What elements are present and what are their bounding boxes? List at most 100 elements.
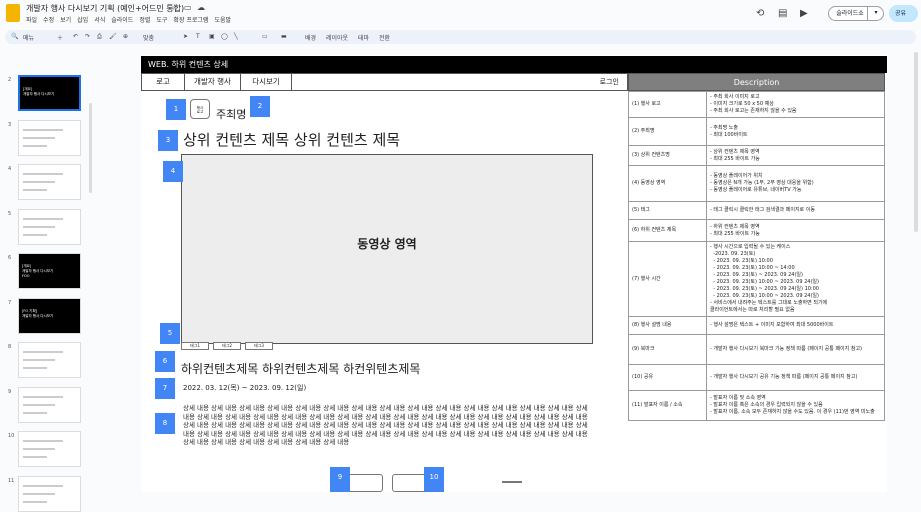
description-key: (5) 태그 xyxy=(628,201,707,220)
description-line: - 이미지 크기로 50 x 50 예상 xyxy=(710,101,774,107)
cloud-status-icon[interactable]: ☁ xyxy=(197,3,205,12)
marker-badge: 1 xyxy=(166,99,186,120)
tag-chip: 태그2 xyxy=(213,342,241,350)
slide-thumbnail[interactable] xyxy=(18,342,81,378)
description-line: - 2023. 09. 23(토) 10:00 ~ 14:00 xyxy=(710,265,795,271)
line-color-icon[interactable]: ▬ xyxy=(281,33,287,40)
tag-chip: 태그3 xyxy=(245,342,273,350)
zoom-select[interactable]: 맞춤 xyxy=(143,33,154,42)
menu-tools[interactable]: 도구 xyxy=(156,15,167,24)
event-logo-placeholder: 행사 로고 xyxy=(190,99,210,119)
description-table: (1) 행사 로고 - 주최 회사 이미지 로고 - 이미지 크기로 50 x 50… xyxy=(628,91,885,421)
image-icon[interactable]: ▣ xyxy=(209,33,215,40)
shape-icon[interactable]: ◯ xyxy=(221,33,228,40)
slideshow-dropdown-icon[interactable]: ▾ xyxy=(867,6,884,21)
description-value: - 하위 컨텐츠 제목 영역 - 최대 255 바이트 가능 xyxy=(706,219,885,242)
nav-logo: 로고 xyxy=(142,74,185,90)
slide-thumbnail[interactable]: [FO 기획] 개발자 행사 다시보기 xyxy=(18,297,81,334)
canvas-scrollbar[interactable] xyxy=(914,52,918,232)
description-key: (3) 상위 컨텐츠명 xyxy=(628,145,707,166)
slide-thumbnail-title: [개요] 개발자 행사 다시보기 FOO xyxy=(22,264,54,278)
wireframe-nav-bar: 로고 개발자 행사 다시보기 로그인 xyxy=(141,73,628,91)
description-value: - 행사 설명은 텍스트 + 이미지 포함하여 최대 5000바이트 xyxy=(706,316,885,335)
print-icon[interactable]: ⎙ xyxy=(97,33,102,41)
slide-thumbnail[interactable] xyxy=(18,208,81,245)
slide-thumb-number: 11 xyxy=(8,477,15,484)
transition-button[interactable]: 전환 xyxy=(379,33,390,42)
redo-icon[interactable]: ↷ xyxy=(85,33,90,40)
menu-extensions[interactable]: 확장 프로그램 xyxy=(173,15,208,24)
description-line: - 최대 100바이트 xyxy=(710,131,748,138)
description-key: (2) 주최명 xyxy=(628,117,707,146)
move-folder-icon[interactable]: ▭ xyxy=(184,3,192,12)
slide-thumbnail[interactable]: [개요] 개발자 행사 다시보기 FOO xyxy=(18,253,81,289)
zoom-icon[interactable]: ⊕ xyxy=(123,33,128,40)
menu-help[interactable]: 도움말 xyxy=(214,15,231,24)
description-line: 클라이언트에서는 따로 처리할 필요 없음 xyxy=(710,307,795,313)
comments-icon[interactable]: ▤ xyxy=(778,8,787,19)
slide-thumbnail[interactable] xyxy=(18,164,81,200)
undo-icon[interactable]: ↶ xyxy=(73,33,78,40)
marker-badge: 3 xyxy=(158,130,178,151)
menu-arrange[interactable]: 정렬 xyxy=(139,15,150,24)
description-line: - 2023. 09. 23(토) 10:00 ~ 2023. 09 24(일) xyxy=(710,293,819,299)
share-button[interactable]: 공유 xyxy=(889,5,918,22)
thumbnail-content-line xyxy=(23,500,47,503)
thumbnail-content-line xyxy=(23,456,47,458)
menu-format[interactable]: 서식 xyxy=(94,15,105,24)
line-icon[interactable]: ╲ xyxy=(234,33,238,40)
nav-login: 로그인 xyxy=(599,78,619,86)
thumbnail-content-line xyxy=(23,233,47,236)
bookmark-button-placeholder xyxy=(347,474,383,492)
paint-format-icon[interactable]: 🖌 xyxy=(109,33,117,40)
canvas-hscroll-indicator[interactable] xyxy=(502,481,522,483)
description-value: - 주최명 노출 - 최대 100바이트 xyxy=(706,117,885,146)
layout-button[interactable]: 레이아웃 xyxy=(326,33,348,42)
marker-badge: 2 xyxy=(250,96,270,117)
document-title[interactable]: 개발자 행사 다시보기 기획 (예인+어드민 통합) xyxy=(26,3,184,14)
menu-file[interactable]: 파일 xyxy=(26,15,37,24)
description-row: (6) 하위 컨텐츠 제목 - 하위 컨텐츠 제목 영역 - 최대 255 바이트 … xyxy=(628,219,885,242)
filmstrip-scrollbar[interactable] xyxy=(89,103,92,193)
description-line: - 동영상은 N개 가능 (1부, 2부 영상 대응을 위함) xyxy=(710,180,814,186)
menu-edit[interactable]: 수정 xyxy=(43,15,54,24)
menu-view[interactable]: 보기 xyxy=(60,15,71,24)
tag-chip: 태그1 xyxy=(181,342,209,350)
slides-logo-icon[interactable] xyxy=(6,4,20,22)
menu-slide[interactable]: 슬라이드 xyxy=(111,15,133,24)
description-line: - 2023. 09. 23(토) ~ 2023. 09 24(일) 10:00 xyxy=(710,286,819,292)
description-key: (6) 하위 컨텐츠 제목 xyxy=(628,219,707,242)
slide-thumb-number: 5 xyxy=(8,210,12,217)
slide-thumb-number: 6 xyxy=(8,255,12,261)
star-icon[interactable]: ☆ xyxy=(171,3,178,12)
description-line: - 발표자 이름 및 소속 영역 xyxy=(710,395,766,401)
select-tool-icon[interactable]: ➤ xyxy=(183,33,188,40)
search-menus-label[interactable]: 메뉴 xyxy=(23,33,34,42)
thumbnail-content-line xyxy=(23,448,55,450)
search-icon[interactable]: 🔍 xyxy=(11,33,18,40)
description-value: - 발표자 이름 및 소속 영역 - 발표자 이름 혹은 소속의 경우 입력되지 … xyxy=(706,390,885,421)
new-slide-icon[interactable]: ＋ xyxy=(57,33,63,42)
description-line: - 2023. 09. 23(토) 10:00 ~ 2023. 09 24(일) xyxy=(710,279,819,285)
slideshow-label: 슬라이드쇼 xyxy=(836,10,864,17)
comment-add-icon[interactable]: ▭ xyxy=(262,33,268,40)
slide-thumbnail[interactable] xyxy=(18,386,81,423)
thumbnail-content-line xyxy=(23,403,55,406)
slide-thumbnail[interactable] xyxy=(18,475,81,512)
theme-button[interactable]: 테마 xyxy=(358,33,369,42)
background-button[interactable]: 배경 xyxy=(305,33,316,42)
slide-thumbnail[interactable] xyxy=(18,431,81,467)
description-row: (10) 공유 - 개발자 행사 다시보기 공유 기능 정책 따름 (페이지 공통… xyxy=(628,364,885,391)
thumbnail-content-line xyxy=(23,367,47,369)
history-icon[interactable]: ⟲ xyxy=(756,8,764,19)
description-line: - 2023. 09. 23(토) 10:00 xyxy=(710,258,773,264)
slide-thumbnail[interactable] xyxy=(18,119,81,156)
marker-badge: 5 xyxy=(160,323,180,344)
menu-insert[interactable]: 삽입 xyxy=(77,15,88,24)
description-line: -2023. 09. 23(토) xyxy=(710,251,756,257)
slide-thumbnail[interactable]: [개요] 개발자 행사 다시보기 xyxy=(18,75,81,111)
text-box-icon[interactable]: T xyxy=(196,33,200,40)
meet-icon[interactable]: ▶ xyxy=(800,8,808,19)
description-value: - 개발자 행사 다시보기 공유 기능 정책 따름 (페이지 공통 페이지 참고… xyxy=(706,364,885,391)
slide-thumb-number: 9 xyxy=(8,388,12,395)
